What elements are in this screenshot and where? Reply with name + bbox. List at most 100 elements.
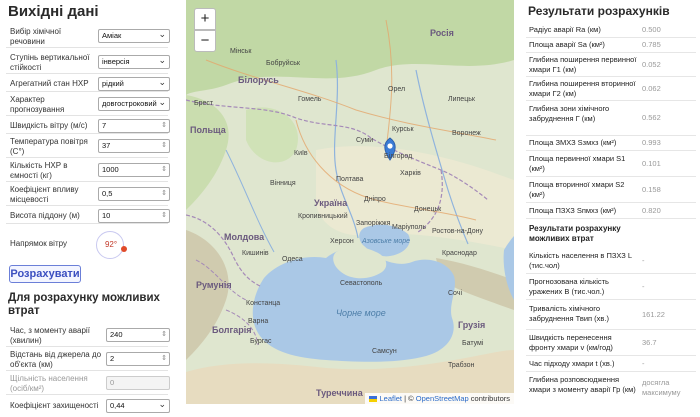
results-panel-title: Результати розрахунків <box>528 4 670 18</box>
result-value: 0.820 <box>642 206 661 215</box>
loss-row: Кількість населення в ПЗХЗ L (тис.чол) - <box>526 248 696 274</box>
result-row: Глибина зони хімічного забруднення Г (км… <box>526 101 696 136</box>
pallet-height-input[interactable]: 10 <box>98 209 170 223</box>
result-value: 0.500 <box>642 25 661 34</box>
wind-speed-input[interactable]: 7 <box>98 119 170 133</box>
protection-coef-label: Коефіцієнт захищеності <box>10 401 99 410</box>
density-label: Щільність населення (осіб/км²) <box>10 374 88 393</box>
result-value: 0.052 <box>642 60 661 69</box>
loss-row: Глибина розповсюдження хмари з моменту а… <box>526 372 696 406</box>
temperature-input[interactable]: 37 <box>98 139 170 153</box>
loss-label: Швидкість перенесення фронту хмари v (км… <box>529 333 613 352</box>
forecast-select[interactable]: довгостроковий <box>98 97 170 111</box>
result-label: Глибина зони хімічного забруднення Г (км… <box>529 104 610 123</box>
temperature-label: Температура повітря (C°) <box>10 137 88 156</box>
state-label: Агрегатний стан НХР <box>10 79 89 88</box>
terrain-coef-label: Коефіцієнт впливу місцевості <box>10 185 79 204</box>
density-input[interactable]: 0 <box>106 376 170 390</box>
protection-coef-select[interactable]: 0,44 <box>106 399 170 413</box>
result-row: Площа аварії Sa (км²) 0.785 <box>526 38 696 53</box>
wind-speed-row: Швидкість вітру (м/с) 7 <box>6 118 170 134</box>
zoom-in-button[interactable]: + <box>194 8 216 30</box>
state-select[interactable]: рідкий <box>98 77 170 91</box>
city-label: Констанца <box>246 300 281 307</box>
result-row: Площа ЗМХЗ Sзмхз (км²) 0.993 <box>526 136 696 151</box>
country-label-bulgaria: Болгарія <box>212 325 252 335</box>
distance-input[interactable]: 2 <box>106 352 170 366</box>
city-label: Донецьк <box>414 206 442 213</box>
city-label: Севастополь <box>340 280 383 287</box>
stability-select[interactable]: інверсія <box>98 55 170 69</box>
amount-input[interactable]: 1000 <box>98 163 170 177</box>
attribution-tail: contributors <box>468 394 510 403</box>
input-panel-title: Вихідні дані <box>8 3 99 20</box>
result-row: Площа вторинної хмари S2 (км²) 0.158 <box>526 177 696 203</box>
city-label: Гомель <box>298 96 322 103</box>
substance-label: Вибір хімічної речовини <box>10 27 62 46</box>
forecast-row: Характер прогнозування довгостроковий <box>6 94 170 116</box>
wind-direction-dial[interactable]: 92° <box>96 231 127 259</box>
time-since-input[interactable]: 240 <box>106 328 170 342</box>
city-label: Полтава <box>336 176 364 183</box>
leaflet-link[interactable]: Leaflet <box>380 394 403 403</box>
results-panel: Результати розрахунків Радіус аварії Ra … <box>522 0 700 417</box>
loss-row: Прогнозована кількість уражених В (тис.ч… <box>526 274 696 300</box>
result-label: Площа аварії Sa (км²) <box>529 40 605 49</box>
zoom-out-button[interactable]: − <box>194 30 216 52</box>
city-label: Воронеж <box>452 130 481 137</box>
sea-label-black: Чорне море <box>336 308 386 318</box>
map-view[interactable]: Білорусь Росія Україна Польща Молдова Ру… <box>186 0 514 404</box>
city-label: Бобруйськ <box>266 60 300 67</box>
density-row: Щільність населення (осіб/км²) 0 <box>6 373 170 395</box>
protection-coef-row: Коефіцієнт захищеності 0,44 <box>6 397 170 415</box>
pallet-height-label: Висота піддону (м) <box>10 211 80 220</box>
city-label: Дніпро <box>364 196 386 203</box>
loss-value: - <box>642 282 645 291</box>
city-label: Батумі <box>462 340 484 347</box>
city-label: Кишинів <box>242 250 269 257</box>
city-label: Херсон <box>330 238 354 245</box>
city-label: Самсун <box>372 348 397 355</box>
loss-value: 161.22 <box>642 310 665 319</box>
loss-label: Глибина розповсюдження хмари з моменту а… <box>529 375 636 394</box>
result-label: Радіус аварії Ra (км) <box>529 25 601 34</box>
result-row: Глибина поширення первинної хмари Г1 (км… <box>526 53 696 77</box>
city-label: Білгород <box>384 153 413 160</box>
result-row: Площа первинної хмари S1 (км²) 0.101 <box>526 151 696 177</box>
wind-direction-handle[interactable] <box>121 246 127 252</box>
wind-direction-label: Напрямок вітру <box>10 239 67 248</box>
substance-select[interactable]: Аміак <box>98 29 170 43</box>
city-label: Одеса <box>282 256 303 263</box>
loss-row: Час підходу хмари t (хв.) - <box>526 356 696 372</box>
result-value: 0.101 <box>642 159 661 168</box>
amount-row: Кількість НХР в ємності (кг) 1000 <box>6 160 170 182</box>
calculate-button[interactable]: Розрахувати <box>9 265 81 283</box>
stability-row: Ступінь вертикальної стійкості інверсія <box>6 50 170 74</box>
attribution-separator: | © <box>402 394 416 403</box>
time-since-row: Час, з моменту аварії (хвилин) 240 <box>6 325 170 347</box>
wind-speed-label: Швидкість вітру (м/с) <box>10 121 88 130</box>
result-label: Площа ПЗХЗ Sпмхз (км²) <box>529 206 617 215</box>
loss-row: Швидкість перенесення фронту хмари v (км… <box>526 330 696 356</box>
result-label: Глибина поширення вторинної хмари Г2 (км… <box>529 79 636 98</box>
map-attribution: Leaflet | © OpenStreetMap contributors <box>365 393 514 404</box>
distance-label: Відстань від джерела до об'єкта (км) <box>10 350 102 369</box>
city-label: Бургас <box>250 338 272 345</box>
city-label: Маріуполь <box>392 224 427 231</box>
country-label-poland: Польща <box>190 125 226 135</box>
osm-link[interactable]: OpenStreetMap <box>416 394 469 403</box>
terrain-coef-input[interactable]: 0,5 <box>98 187 170 201</box>
distance-row: Відстань від джерела до об'єкта (км) 2 <box>6 349 170 371</box>
city-label: Трабзон <box>448 362 475 369</box>
result-label: Площа вторинної хмари S2 (км²) <box>529 180 625 199</box>
loss-value: 36.7 <box>642 338 657 347</box>
ukraine-flag-icon <box>369 396 378 403</box>
loss-row: Тривалість хімічного забруднення Твип (х… <box>526 300 696 330</box>
result-value: 0.562 <box>642 113 661 122</box>
country-label-turkey: Туреччина <box>316 388 363 398</box>
temperature-row: Температура повітря (C°) 37 <box>6 136 170 158</box>
loss-value: - <box>642 359 645 368</box>
forecast-label: Характер прогнозування <box>10 95 65 114</box>
result-row: Радіус аварії Ra (км) 0.500 <box>526 23 696 38</box>
country-label-moldova: Молдова <box>224 232 265 242</box>
